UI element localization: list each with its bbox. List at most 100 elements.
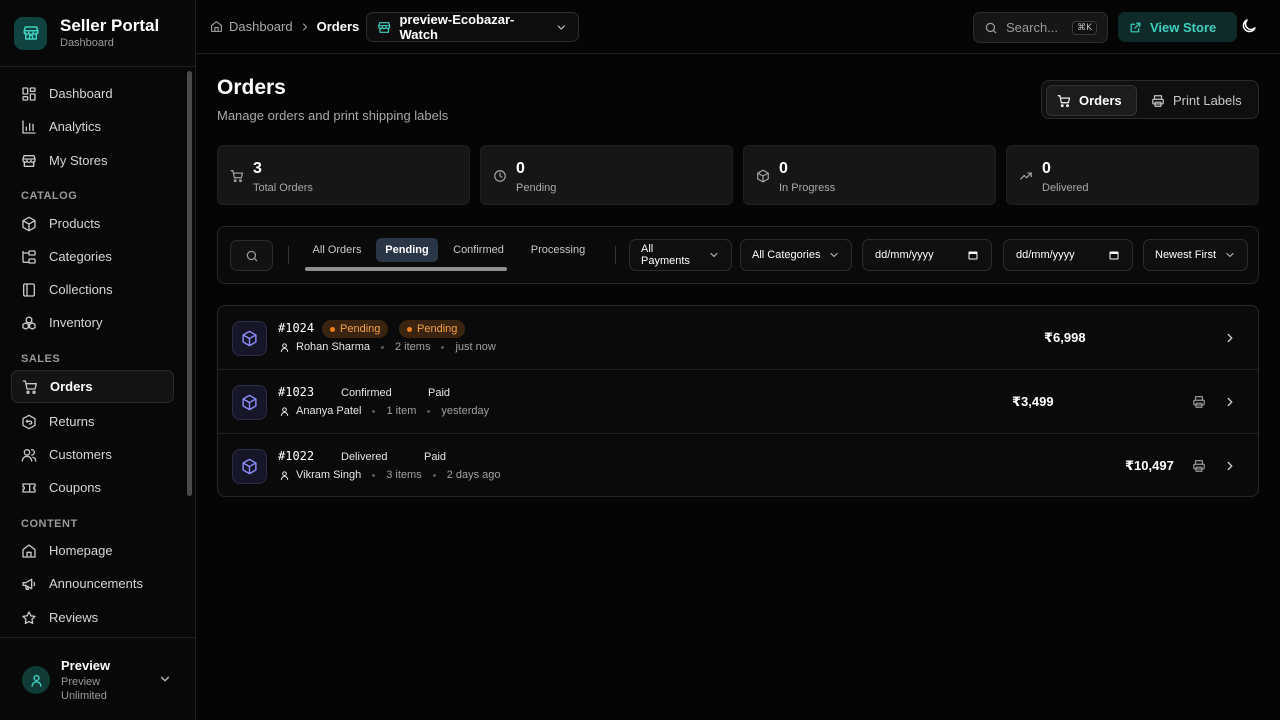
printer-icon[interactable] xyxy=(1192,395,1206,409)
sidebar-item-orders[interactable]: Orders xyxy=(11,370,174,403)
order-meta: Vikram Singh 3 items 2 days ago xyxy=(279,469,501,481)
sidebar-item-categories[interactable]: Categories xyxy=(11,240,174,273)
tab-pending[interactable]: Pending xyxy=(376,238,438,262)
calendar-icon[interactable] xyxy=(967,249,979,261)
star-icon xyxy=(22,610,36,624)
package-icon xyxy=(232,385,267,420)
sidebar-item-label: Customers xyxy=(49,447,112,462)
search-icon xyxy=(985,22,997,33)
ticket-icon xyxy=(22,482,36,493)
order-time: 2 days ago xyxy=(446,469,501,481)
seg-orders-button[interactable]: Orders xyxy=(1046,85,1137,116)
sidebar-item-products[interactable]: Products xyxy=(11,207,174,240)
user-menu[interactable]: Preview Preview Unlimited xyxy=(0,637,195,720)
store-icon xyxy=(22,154,36,167)
section-catalog: CATALOG xyxy=(21,190,78,202)
seg-orders-label: Orders xyxy=(1079,93,1122,108)
sidebar-item-label: My Stores xyxy=(49,153,108,168)
moon-icon[interactable] xyxy=(1240,17,1258,35)
payment-badge: Pending xyxy=(399,320,466,338)
store-selector[interactable]: preview-Ecobazar-Watch xyxy=(366,12,579,42)
section-content: CONTENT xyxy=(21,518,78,530)
sort-select[interactable]: Newest First xyxy=(1143,239,1248,271)
stat-label: In Progress xyxy=(779,182,836,194)
sidebar-item-my-stores[interactable]: My Stores xyxy=(11,144,174,177)
order-amount: ₹10,497 xyxy=(1125,458,1174,473)
divider xyxy=(288,246,289,264)
view-switcher: Orders Print Labels xyxy=(1041,80,1259,119)
order-amount: ₹3,499 xyxy=(1012,394,1054,409)
stat-value: 0 xyxy=(1042,160,1051,177)
sidebar-item-announcements[interactable]: Announcements xyxy=(11,567,174,600)
breadcrumb-dashboard[interactable]: Dashboard xyxy=(229,19,293,34)
user-icon xyxy=(280,470,289,480)
store-logo-icon xyxy=(14,16,47,50)
breadcrumb: Dashboard Orders xyxy=(210,19,359,34)
package-icon xyxy=(232,321,267,356)
view-store-button[interactable]: View Store xyxy=(1118,12,1237,42)
boxes-icon xyxy=(22,315,36,330)
sidebar-item-label: Orders xyxy=(50,379,93,394)
sidebar-item-customers[interactable]: Customers xyxy=(11,438,174,471)
date-to-value: dd/mm/yyyy xyxy=(1016,249,1075,261)
sidebar-item-homepage[interactable]: Homepage xyxy=(11,534,174,567)
search-icon xyxy=(246,250,257,261)
tab-confirmed[interactable]: Confirmed xyxy=(445,238,512,262)
sidebar-item-label: Collections xyxy=(49,282,113,297)
order-time: just now xyxy=(455,341,496,353)
tab-all-orders[interactable]: All Orders xyxy=(305,238,369,262)
chevron-right-icon[interactable] xyxy=(1223,331,1237,345)
date-from-value: dd/mm/yyyy xyxy=(875,249,934,261)
sidebar-scrollbar[interactable] xyxy=(187,71,192,496)
book-icon xyxy=(23,282,35,297)
tabs-scrollbar[interactable] xyxy=(305,267,507,271)
chevron-down-icon[interactable] xyxy=(158,672,172,686)
order-row-1023[interactable]: #1023 Confirmed Paid Ananya Patel 1 item… xyxy=(218,370,1258,434)
chevron-right-icon[interactable] xyxy=(1223,395,1237,409)
seg-print-labels-button[interactable]: Print Labels xyxy=(1141,85,1255,116)
search-button[interactable]: Search... ⌘K xyxy=(973,12,1108,43)
chevron-down-icon xyxy=(710,252,718,258)
sidebar-item-reviews[interactable]: Reviews xyxy=(11,601,174,634)
sidebar-item-label: Homepage xyxy=(49,543,113,558)
item-count: 1 item xyxy=(386,405,417,417)
sidebar-item-coupons[interactable]: Coupons xyxy=(11,471,174,504)
customer-name: Rohan Sharma xyxy=(296,341,370,353)
order-meta: Ananya Patel 1 item yesterday xyxy=(279,405,489,417)
payment-badge: Paid xyxy=(424,451,447,463)
user-name: Preview xyxy=(61,658,111,673)
date-to-input[interactable]: dd/mm/yyyy xyxy=(1003,239,1133,271)
user-role: Preview Unlimited xyxy=(61,676,107,702)
brand[interactable]: Seller Portal Dashboard xyxy=(14,16,159,50)
breadcrumb-current: Orders xyxy=(316,19,360,34)
sidebar-item-dashboard[interactable]: Dashboard xyxy=(11,77,174,110)
home-icon xyxy=(211,21,222,32)
categories-filter[interactable]: All Categories xyxy=(740,239,852,271)
sidebar-item-label: Categories xyxy=(49,249,112,264)
sidebar-item-label: Reviews xyxy=(49,610,99,625)
stat-label: Pending xyxy=(516,182,557,194)
topbar: Dashboard Orders preview-Ecobazar-Watch … xyxy=(196,0,1280,54)
order-row-1022[interactable]: #1022 Delivered Paid Vikram Singh 3 item… xyxy=(218,434,1258,496)
order-row-1024[interactable]: #1024 Pending Pending Rohan Sharma 2 ite… xyxy=(218,306,1258,370)
order-time: yesterday xyxy=(441,405,490,417)
sidebar-item-collections[interactable]: Collections xyxy=(11,273,174,306)
sidebar-item-analytics[interactable]: Analytics xyxy=(11,110,174,143)
date-from-input[interactable]: dd/mm/yyyy xyxy=(862,239,992,271)
sidebar-item-returns[interactable]: Returns xyxy=(11,405,174,438)
order-search-button[interactable] xyxy=(230,240,273,271)
order-id: #1023 xyxy=(278,385,315,399)
calendar-icon[interactable] xyxy=(1108,249,1120,261)
filters-bar: All Orders Pending Confirmed Processing … xyxy=(217,226,1259,284)
printer-icon[interactable] xyxy=(1192,459,1206,473)
store-name: preview-Ecobazar-Watch xyxy=(399,12,515,42)
categories-filter-value: All Categories xyxy=(752,249,821,261)
chevron-right-icon[interactable] xyxy=(1223,459,1237,473)
payments-filter[interactable]: All Payments xyxy=(629,239,732,271)
tab-processing[interactable]: Processing xyxy=(521,238,595,262)
sidebar-item-inventory[interactable]: Inventory xyxy=(11,306,174,339)
sidebar-item-label: Dashboard xyxy=(49,86,113,101)
page-subtitle: Manage orders and print shipping labels xyxy=(217,108,449,123)
section-sales: SALES xyxy=(21,353,61,365)
app-root: Seller Portal Dashboard Dashboard Analyt… xyxy=(0,0,1280,720)
